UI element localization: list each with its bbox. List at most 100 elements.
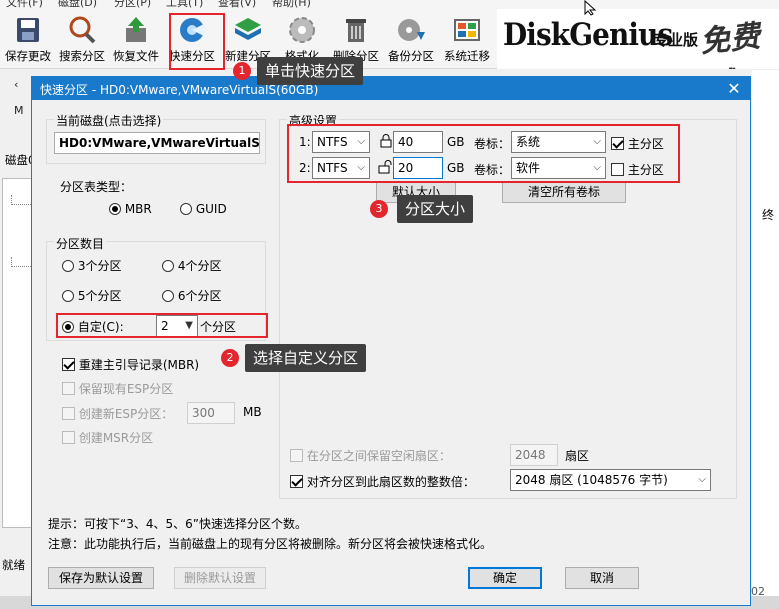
new-partition-icon <box>235 18 261 40</box>
menu-bar: 文件(F) 磁盘(D) 分区(P) 工具(T) 查看(V) 帮助(H) <box>0 0 779 9</box>
toolbar-label: 恢复文件 <box>113 49 159 63</box>
keep-free-checkbox[interactable]: 在分区之间保留空闲扇区： <box>290 447 451 464</box>
mbr-radio[interactable]: MBR <box>109 202 152 216</box>
checkbox-mark <box>62 382 75 395</box>
radio-mark <box>62 260 74 272</box>
save-changes-button[interactable]: 保存更改 <box>0 9 56 67</box>
mbr-label: MBR <box>124 202 152 216</box>
right-panel <box>752 70 779 609</box>
menu-view[interactable]: 查看(V) <box>218 0 256 9</box>
search-partition-button[interactable]: 搜索分区 <box>54 9 110 67</box>
ok-button[interactable]: 确定 <box>468 567 542 589</box>
toolbar-label: 系统迁移 <box>444 49 490 63</box>
count-4-label: 4个分区 <box>177 259 222 273</box>
annotation-1-tooltip: 单击快速分区 <box>257 57 364 85</box>
annotation-1-badge: 1 <box>233 62 251 80</box>
create-msr-label: 创建MSR分区 <box>78 431 154 445</box>
keep-free-input[interactable]: 2048 <box>510 444 558 466</box>
annotation-3-badge: 3 <box>370 200 388 218</box>
format-icon <box>289 17 315 43</box>
highlight-partition-size <box>287 124 680 183</box>
restore-file-button[interactable]: 恢复文件 <box>108 9 164 67</box>
esp-size-unit: MB <box>243 405 262 419</box>
highlight-quick-partition <box>169 13 225 70</box>
delete-default-button[interactable]: 删除默认设置 <box>174 567 266 589</box>
count-6-radio[interactable]: 6个分区 <box>162 287 221 304</box>
radio-mark <box>180 203 192 215</box>
delete-partition-icon <box>346 19 366 42</box>
dialog-titlebar[interactable]: 快速分区 - HD0:VMware,VMwareVirtualS(60GB) ✕ <box>32 77 750 100</box>
toolbar-label: 保存更改 <box>5 49 51 63</box>
brand-banner: DiskGenius 专业版 免费试 <box>497 9 779 69</box>
menu-tools[interactable]: 工具(T) <box>166 0 203 9</box>
count-5-label: 5个分区 <box>77 289 122 303</box>
mouse-cursor-icon <box>584 0 597 16</box>
radio-mark <box>62 290 74 302</box>
close-icon[interactable]: ✕ <box>724 79 744 98</box>
cancel-button[interactable]: 取消 <box>565 567 639 589</box>
chevron-down-icon: ⌵ <box>698 474 706 485</box>
count-4-radio[interactable]: 4个分区 <box>162 257 221 274</box>
guid-radio[interactable]: GUID <box>180 202 227 216</box>
brand-logo: DiskGenius <box>503 17 673 53</box>
rebuild-mbr-label: 重建主引导记录(MBR) <box>78 358 200 372</box>
checkbox-mark <box>290 449 303 462</box>
warning-text: 注意：此功能执行后，当前磁盘上的现有分区将被删除。新分区将会被快速格式化。 <box>48 537 493 551</box>
current-disk-selector[interactable]: HD0:VMware,VMwareVirtualS( <box>54 132 260 154</box>
align-checkbox[interactable]: 对齐分区到此扇区数的整数倍： <box>290 473 475 490</box>
table-type-label: 分区表类型： <box>60 180 133 194</box>
esp-size-input[interactable]: 300 <box>187 402 235 424</box>
menu-partition[interactable]: 分区(P) <box>114 0 151 9</box>
highlight-custom-count <box>56 313 268 338</box>
backup-partition-icon <box>398 19 425 41</box>
create-esp-label: 创建新ESP分区： <box>78 407 174 421</box>
align-select[interactable]: 2048 扇区 (1048576 字节) ⌵ <box>510 469 711 491</box>
rebuild-mbr-checkbox[interactable]: 重建主引导记录(MBR) <box>62 356 199 373</box>
search-partition-icon <box>69 16 96 44</box>
checkbox-mark <box>62 358 75 371</box>
keep-esp-checkbox[interactable]: 保留现有ESP分区 <box>62 380 173 397</box>
hint-text: 提示：可按下“3、4、5、6”快速选择分区个数。 <box>48 517 307 531</box>
current-disk-label: 当前磁盘(点击选择) <box>54 112 164 129</box>
radio-mark <box>162 260 174 272</box>
align-label: 对齐分区到此扇区数的整数倍： <box>306 475 475 489</box>
system-migrate-icon <box>454 19 480 41</box>
annotation-2-tooltip: 选择自定义分区 <box>245 344 367 372</box>
guid-label: GUID <box>195 202 227 216</box>
align-value: 2048 扇区 (1048576 字节) <box>515 473 668 487</box>
tree-node[interactable] <box>11 195 31 205</box>
keep-free-label: 在分区之间保留空闲扇区： <box>306 449 451 463</box>
save-icon <box>17 18 39 42</box>
radio-mark <box>109 203 121 215</box>
count-5-radio[interactable]: 5个分区 <box>62 287 121 304</box>
partition-count-label: 分区数目 <box>54 235 107 252</box>
brand-slogan: 免费试 <box>698 18 762 69</box>
column-header-fragment: 终 <box>762 208 775 222</box>
toolbar-label: 备份分区 <box>388 49 434 63</box>
count-6-label: 6个分区 <box>177 289 222 303</box>
brand-edition: 专业版 <box>653 31 699 49</box>
menu-file[interactable]: 文件(F) <box>6 0 43 9</box>
create-msr-checkbox[interactable]: 创建MSR分区 <box>62 429 153 446</box>
checkbox-mark <box>62 407 75 420</box>
count-3-label: 3个分区 <box>77 259 122 273</box>
restore-file-icon <box>126 17 146 42</box>
menu-disk[interactable]: 磁盘(D) <box>58 0 97 9</box>
radio-mark <box>162 290 174 302</box>
keep-free-unit: 扇区 <box>565 449 590 463</box>
keep-esp-label: 保留现有ESP分区 <box>78 382 174 396</box>
save-default-button[interactable]: 保存为默认设置 <box>48 567 154 589</box>
annotation-3-tooltip: 分区大小 <box>397 195 474 223</box>
system-migrate-button[interactable]: 系统迁移 <box>439 9 495 67</box>
menu-help[interactable]: 帮助(H) <box>272 0 311 9</box>
toolbar-label: 搜索分区 <box>59 49 105 63</box>
count-3-radio[interactable]: 3个分区 <box>62 257 121 274</box>
status-text: 就绪 <box>2 558 25 572</box>
backup-partition-button[interactable]: 备份分区 <box>383 9 439 67</box>
annotation-2-badge: 2 <box>221 349 239 367</box>
clear-labels-button[interactable]: 清空所有卷标 <box>502 182 626 203</box>
tree-node[interactable] <box>11 257 31 267</box>
checkbox-mark <box>290 475 303 488</box>
create-esp-checkbox[interactable]: 创建新ESP分区： <box>62 405 173 422</box>
checkbox-mark <box>62 431 75 444</box>
